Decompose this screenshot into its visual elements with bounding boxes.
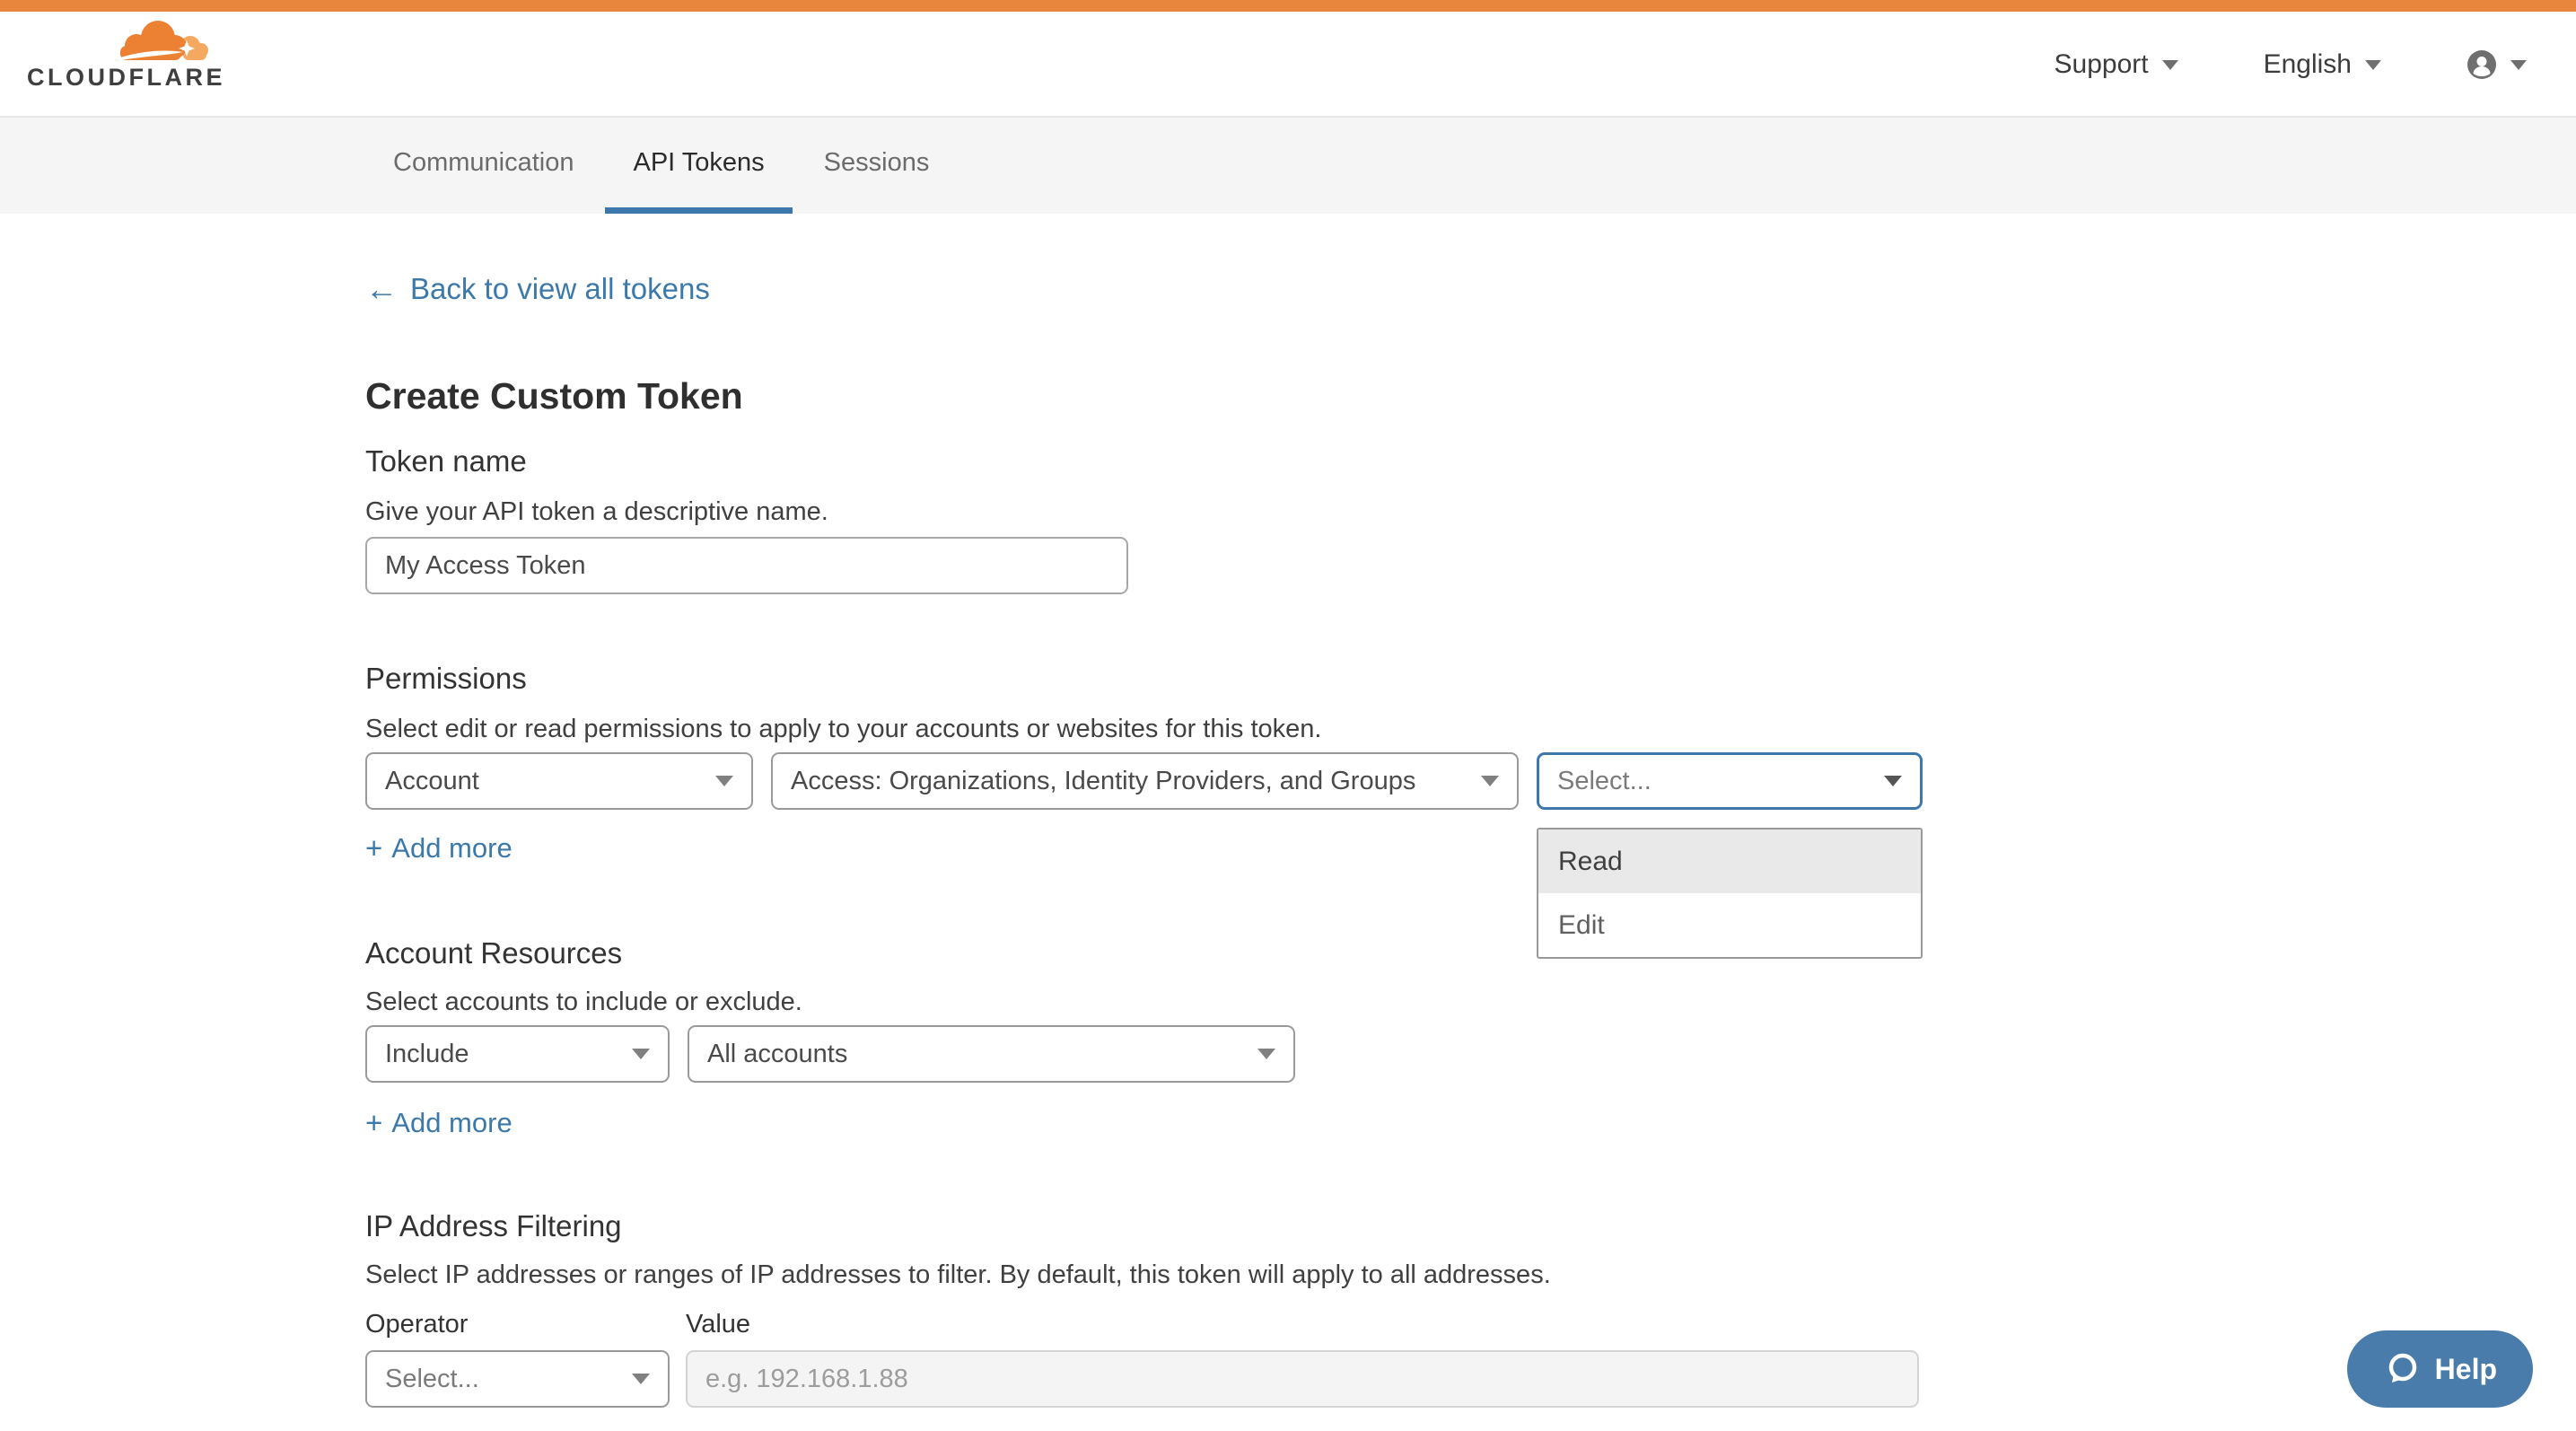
support-menu-label: Support xyxy=(2055,49,2149,80)
tab-sessions-label: Sessions xyxy=(824,148,930,178)
permissions-add-more-button[interactable]: + Add more xyxy=(365,833,513,864)
header-menu: Support English xyxy=(2055,12,2527,118)
back-to-tokens-link[interactable]: ← Back to view all tokens xyxy=(365,271,710,307)
arrow-left-icon: ← xyxy=(365,271,398,307)
chevron-down-icon xyxy=(2162,60,2178,70)
ip-operator-placeholder: Select... xyxy=(385,1365,479,1394)
language-menu[interactable]: English xyxy=(2264,49,2381,80)
token-name-input[interactable] xyxy=(365,537,1128,594)
ip-filtering-description: Select IP addresses or ranges of IP addr… xyxy=(365,1259,2214,1291)
chevron-down-icon xyxy=(715,776,733,786)
chat-bubble-icon xyxy=(2383,1350,2421,1388)
plus-icon: + xyxy=(365,1108,382,1138)
chevron-down-icon xyxy=(632,1049,650,1059)
chevron-down-icon xyxy=(1257,1049,1275,1059)
tab-communication-label: Communication xyxy=(393,148,574,178)
ip-operator-select[interactable]: Select... xyxy=(365,1350,670,1408)
token-name-heading: Token name xyxy=(365,443,2214,479)
permissions-row: Account Access: Organizations, Identity … xyxy=(365,752,2214,810)
cloudflare-logo[interactable]: CLOUDFLARE xyxy=(27,21,210,92)
menu-option-read-label: Read xyxy=(1558,847,1623,877)
ip-filtering-labels: Operator Value xyxy=(365,1309,2214,1339)
profile-tabs: Communication API Tokens Sessions xyxy=(0,118,2576,214)
main-content: ← Back to view all tokens Create Custom … xyxy=(365,214,2214,1408)
account-resources-selection-value: All accounts xyxy=(707,1040,847,1069)
plus-icon: + xyxy=(365,833,382,864)
permission-scope-value: Account xyxy=(385,767,479,796)
tab-api-tokens-label: API Tokens xyxy=(633,148,764,178)
app-header: CLOUDFLARE Support English xyxy=(0,12,2576,118)
access-level-dropdown-menu: Read Edit xyxy=(1537,828,1923,959)
permission-scope-select[interactable]: Account xyxy=(365,752,753,810)
menu-option-edit[interactable]: Edit xyxy=(1538,893,1921,957)
tab-api-tokens[interactable]: API Tokens xyxy=(605,118,792,214)
chevron-down-icon xyxy=(1481,776,1499,786)
account-resources-add-more-button[interactable]: + Add more xyxy=(365,1108,513,1138)
token-name-description: Give your API token a descriptive name. xyxy=(365,496,2214,528)
help-button-label: Help xyxy=(2435,1353,2497,1386)
cloudflare-wordmark: CLOUDFLARE xyxy=(27,64,210,92)
cloudflare-cloud-icon xyxy=(118,21,210,62)
account-resources-mode-select[interactable]: Include xyxy=(365,1025,670,1083)
permissions-description: Select edit or read permissions to apply… xyxy=(365,713,2214,745)
ip-value-input[interactable] xyxy=(686,1350,1919,1408)
back-link-label: Back to view all tokens xyxy=(410,271,710,307)
permission-resource-value: Access: Organizations, Identity Provider… xyxy=(791,767,1415,796)
account-resources-add-more-label: Add more xyxy=(391,1108,512,1138)
language-menu-label: English xyxy=(2264,49,2352,80)
user-avatar-icon xyxy=(2466,49,2497,80)
ip-filtering-heading: IP Address Filtering xyxy=(365,1208,2214,1244)
menu-option-read[interactable]: Read xyxy=(1538,830,1921,893)
ip-filtering-row: Select... xyxy=(365,1350,2214,1408)
top-accent-bar xyxy=(0,0,2576,12)
account-resources-row: Include All accounts xyxy=(365,1025,2214,1083)
chevron-down-icon xyxy=(632,1374,650,1384)
permission-access-placeholder: Select... xyxy=(1557,767,1652,796)
account-resources-heading: Account Resources xyxy=(365,935,2214,971)
account-resources-description: Select accounts to include or exclude. xyxy=(365,986,2214,1018)
account-menu[interactable] xyxy=(2466,49,2527,80)
account-resources-mode-value: Include xyxy=(385,1040,469,1069)
permission-resource-select[interactable]: Access: Organizations, Identity Provider… xyxy=(771,752,1519,810)
support-menu[interactable]: Support xyxy=(2055,49,2178,80)
account-resources-selection-select[interactable]: All accounts xyxy=(688,1025,1295,1083)
help-button[interactable]: Help xyxy=(2347,1330,2533,1408)
chevron-down-icon xyxy=(2510,60,2527,70)
chevron-down-icon xyxy=(1884,776,1902,786)
value-label: Value xyxy=(686,1309,750,1339)
tab-sessions[interactable]: Sessions xyxy=(796,118,958,214)
menu-option-edit-label: Edit xyxy=(1558,910,1605,941)
operator-label: Operator xyxy=(365,1309,686,1339)
permission-access-select[interactable]: Select... Read Edit xyxy=(1537,752,1923,810)
page-title: Create Custom Token xyxy=(365,373,2214,418)
permissions-add-more-label: Add more xyxy=(391,833,512,864)
permissions-heading: Permissions xyxy=(365,661,2214,697)
tab-communication[interactable]: Communication xyxy=(365,118,601,214)
chevron-down-icon xyxy=(2365,60,2381,70)
